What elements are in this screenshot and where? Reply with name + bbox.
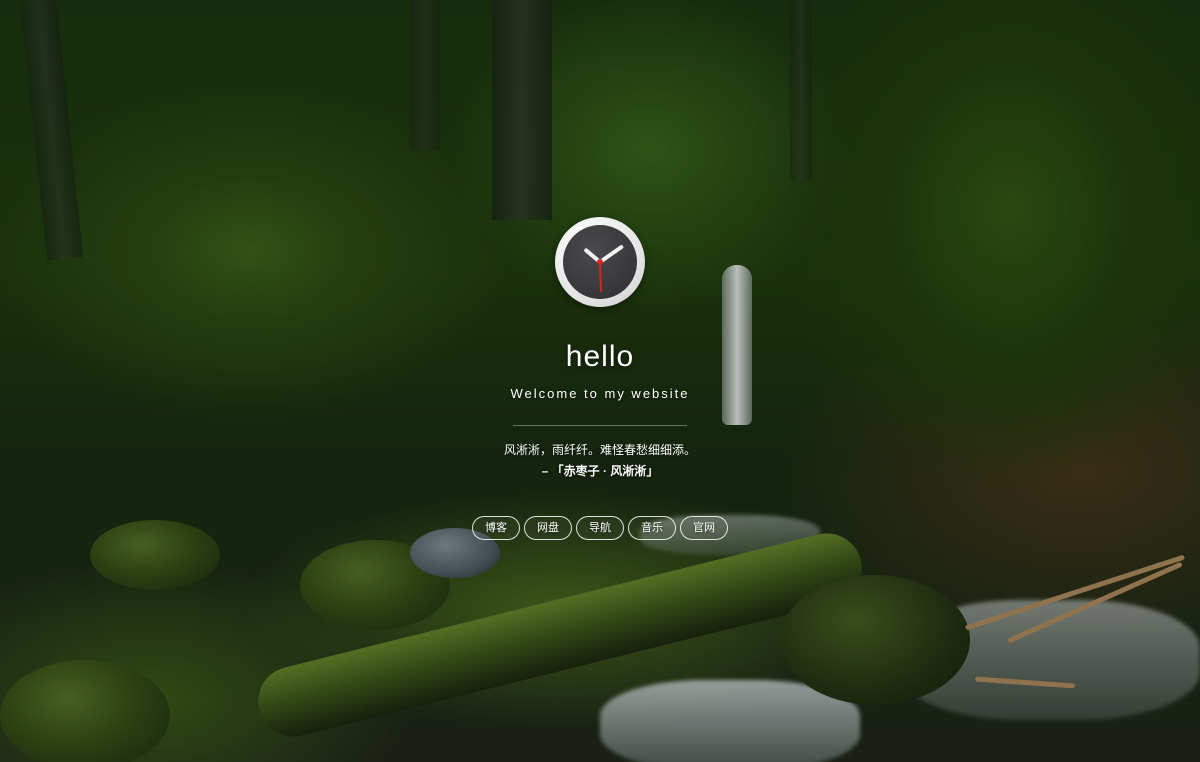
nav-bar: 博客 网盘 导航 音乐 官网 bbox=[0, 516, 1200, 540]
nav-button-music[interactable]: 音乐 bbox=[628, 516, 676, 540]
hero-subtitle: Welcome to my website bbox=[510, 386, 690, 401]
clock-face bbox=[563, 225, 637, 299]
clock-second-hand bbox=[599, 261, 603, 293]
nav-button-official-site[interactable]: 官网 bbox=[680, 516, 728, 540]
nav-button-cloud-drive[interactable]: 网盘 bbox=[524, 516, 572, 540]
hero-title: hello bbox=[565, 340, 635, 373]
divider bbox=[513, 425, 687, 426]
hero-quote: 风淅淅，雨纤纤。难怪春愁细细添。 bbox=[503, 443, 696, 457]
nav-button-navigation[interactable]: 导航 bbox=[576, 516, 624, 540]
page: hello Welcome to my website 风淅淅，雨纤纤。难怪春愁… bbox=[0, 0, 1200, 762]
background-overlay bbox=[0, 0, 1200, 762]
hero-quote-source: – 「赤枣子 · 风淅淅」 bbox=[541, 464, 659, 478]
clock-icon bbox=[555, 217, 645, 307]
nav-button-blog[interactable]: 博客 bbox=[472, 516, 520, 540]
clock-center-pin bbox=[597, 259, 603, 265]
